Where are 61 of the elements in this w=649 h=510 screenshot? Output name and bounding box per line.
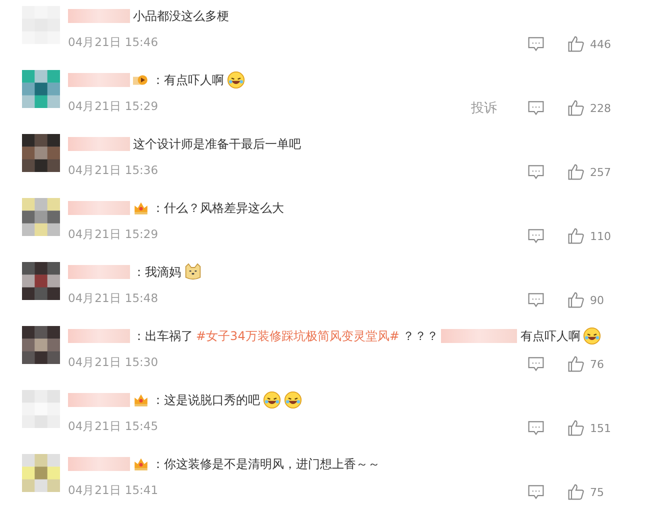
like-button[interactable]: 75: [567, 483, 619, 501]
like-button[interactable]: 151: [567, 419, 619, 437]
blurred-name: [68, 265, 130, 279]
blurred-name: [68, 457, 130, 471]
blurred-name: [68, 393, 130, 407]
comment-icon[interactable]: [527, 291, 545, 309]
comment-icon[interactable]: [527, 163, 545, 181]
comment-text: 小品都没这么多梗: [133, 8, 229, 24]
comment-text: ？？？: [402, 328, 438, 344]
comment-text: ：这是说脱口秀的吧: [152, 392, 260, 408]
crown-icon: [133, 456, 149, 472]
like-button[interactable]: 110: [567, 227, 619, 245]
comment-icon[interactable]: [527, 35, 545, 53]
thumbs-up-icon: [567, 163, 585, 181]
blurred-name: [68, 137, 130, 151]
thumbs-up-icon: [567, 419, 585, 437]
like-button[interactable]: 76: [567, 355, 619, 373]
comment-time: 04月21日 15:29: [68, 98, 158, 114]
thumbs-up-icon: [567, 355, 585, 373]
thumbs-up-icon: [567, 35, 585, 53]
comment-text: ：有点吓人啊: [152, 72, 224, 88]
comment-icon[interactable]: [527, 99, 545, 117]
laughing-face-icon: [227, 71, 245, 89]
thumbs-up-icon: [567, 227, 585, 245]
dog-face-icon: [184, 263, 202, 281]
blurred-name: [68, 201, 130, 215]
comment-time: 04月21日 15:48: [68, 290, 158, 306]
comment-text: ：出车祸了: [133, 328, 193, 344]
laughing-face-icon: [284, 391, 302, 409]
blurred-name: [68, 73, 130, 87]
comment-icon[interactable]: [527, 483, 545, 501]
like-button[interactable]: 90: [567, 291, 619, 309]
thumbs-up-icon: [567, 483, 585, 501]
comment-text: 有点吓人啊: [520, 328, 580, 344]
comment-text: ：我滴妈: [133, 264, 181, 280]
comment-icon[interactable]: [527, 419, 545, 437]
fox-badge-icon: [133, 72, 149, 88]
comment-text: 这个设计师是准备干最后一单吧: [133, 136, 301, 152]
crown-icon: [133, 200, 149, 216]
thumbs-up-icon: [567, 291, 585, 309]
blurred-name: [68, 329, 130, 343]
comment-time: 04月21日 15:46: [68, 34, 158, 50]
comment-time: 04月21日 15:30: [68, 354, 158, 370]
comment-time: 04月21日 15:41: [68, 482, 158, 498]
comment-icon[interactable]: [527, 227, 545, 245]
like-button[interactable]: 228: [567, 99, 619, 117]
topic-link[interactable]: #女子34万装修踩坑极简风变灵堂风#: [196, 328, 400, 344]
thumbs-up-icon: [567, 99, 585, 117]
like-button[interactable]: 257: [567, 163, 619, 181]
laughing-face-icon: [263, 391, 281, 409]
laughing-face-icon: [583, 327, 602, 345]
report-link[interactable]: 投诉: [471, 99, 497, 117]
comment-text: ：你这装修是不是清明风，进门想上香～～: [152, 456, 380, 472]
comment-text: ：什么？风格差异这么大: [152, 200, 284, 216]
like-button[interactable]: 446: [567, 35, 619, 53]
comment-time: 04月21日 15:36: [68, 162, 158, 178]
crown-icon: [133, 392, 149, 408]
comment-icon[interactable]: [527, 355, 545, 373]
comment-time: 04月21日 15:29: [68, 226, 158, 242]
blurred-name: [68, 9, 130, 23]
comment-time: 04月21日 15:45: [68, 418, 158, 434]
